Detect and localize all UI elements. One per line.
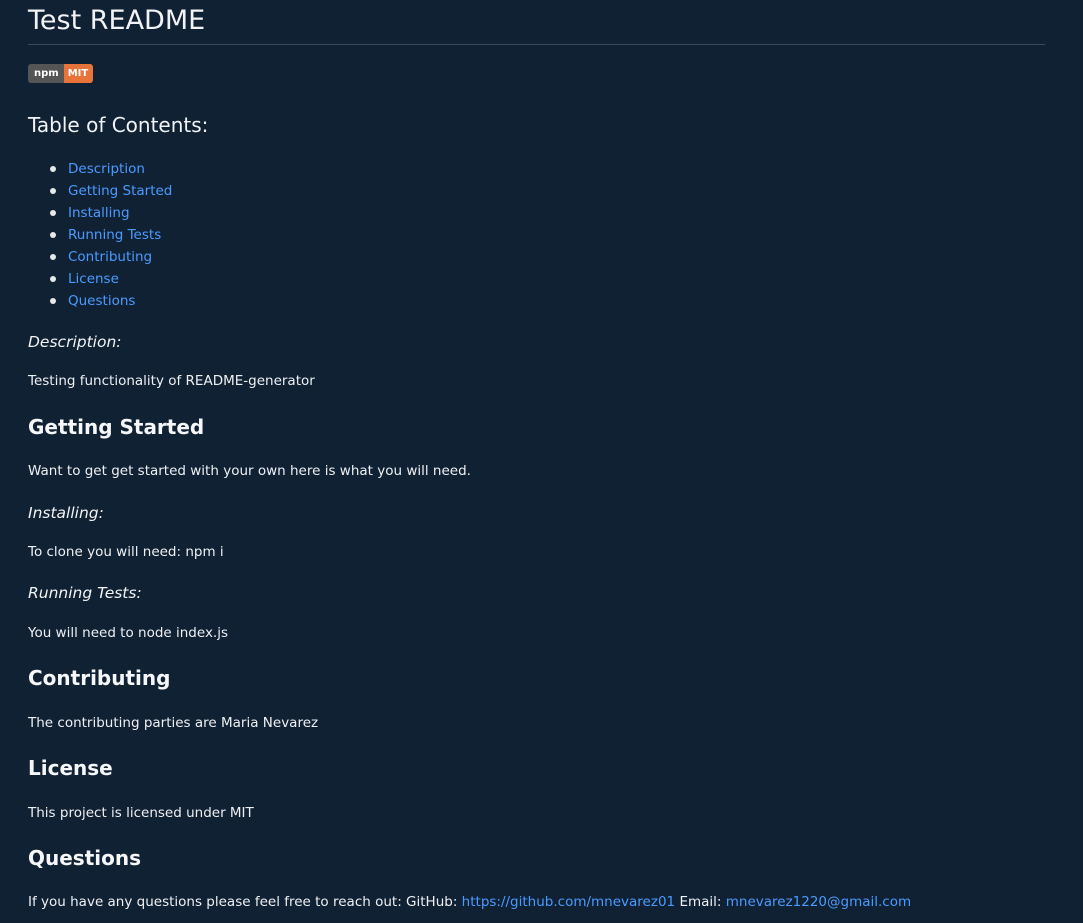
github-link[interactable]: https://github.com/mnevarez01	[462, 894, 675, 910]
bullet-icon	[50, 254, 56, 260]
license-text: This project is licensed under MIT	[28, 805, 254, 821]
toc-link-description[interactable]: Description	[68, 161, 145, 177]
toc-link-questions[interactable]: Questions	[68, 293, 135, 309]
list-item: Getting Started	[28, 180, 172, 202]
getting-started-heading: Getting Started	[28, 415, 205, 439]
list-item: License	[28, 268, 172, 290]
getting-started-text: Want to get get started with your own he…	[28, 463, 471, 479]
toc-link-running-tests[interactable]: Running Tests	[68, 227, 161, 243]
badge-value: MIT	[63, 64, 94, 83]
bullet-icon	[50, 188, 56, 194]
title-divider	[28, 44, 1045, 45]
bullet-icon	[50, 232, 56, 238]
bullet-icon	[50, 166, 56, 172]
email-link[interactable]: mnevarez1220@gmail.com	[726, 894, 911, 910]
bullet-icon	[50, 210, 56, 216]
toc-link-getting-started[interactable]: Getting Started	[68, 183, 172, 199]
email-label: Email:	[679, 894, 722, 910]
installing-heading: Installing:	[28, 504, 104, 522]
badge-label: npm	[28, 64, 64, 83]
toc-list: Description Getting Started Installing R…	[28, 158, 172, 312]
list-item: Description	[28, 158, 172, 180]
questions-heading: Questions	[28, 846, 142, 870]
license-heading: License	[28, 756, 113, 780]
running-tests-heading: Running Tests:	[28, 584, 142, 602]
contributing-text: The contributing parties are Maria Nevar…	[28, 715, 319, 731]
list-item: Installing	[28, 202, 172, 224]
bullet-icon	[50, 276, 56, 282]
readme-page: Test README npm MIT Table of Contents: D…	[0, 0, 1083, 923]
list-item: Questions	[28, 290, 172, 312]
questions-text: If you have any questions please feel fr…	[28, 893, 911, 911]
bullet-icon	[50, 298, 56, 304]
questions-prefix: If you have any questions please feel fr…	[28, 894, 458, 910]
toc-link-contributing[interactable]: Contributing	[68, 249, 152, 265]
list-item: Running Tests	[28, 224, 172, 246]
page-title: Test README	[28, 5, 206, 36]
description-heading: Description:	[28, 333, 122, 351]
running-tests-text: You will need to node index.js	[28, 625, 229, 641]
license-badge[interactable]: npm MIT	[28, 64, 94, 83]
toc-heading: Table of Contents:	[28, 113, 209, 137]
list-item: Contributing	[28, 246, 172, 268]
description-text: Testing functionality of README-generato…	[28, 373, 315, 389]
contributing-heading: Contributing	[28, 666, 171, 690]
toc-link-installing[interactable]: Installing	[68, 205, 130, 221]
toc-link-license[interactable]: License	[68, 271, 119, 287]
installing-text: To clone you will need: npm i	[28, 544, 224, 560]
